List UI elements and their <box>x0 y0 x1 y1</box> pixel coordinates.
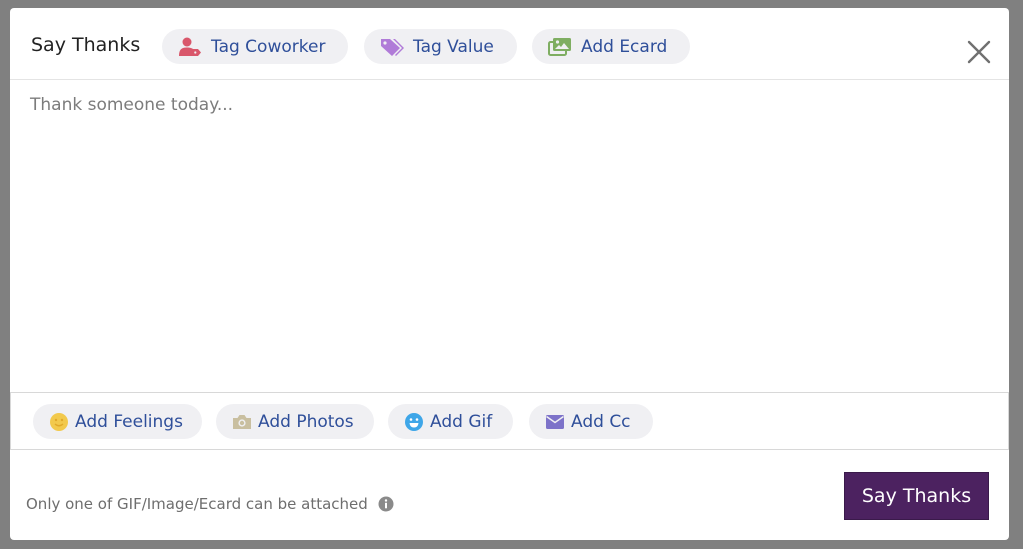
message-editor <box>10 80 1009 393</box>
attachment-note: Only one of GIF/Image/Ecard can be attac… <box>26 495 394 513</box>
add-photos-button[interactable]: Add Photos <box>216 404 374 439</box>
user-tag-icon <box>178 37 202 57</box>
grin-icon <box>404 412 424 432</box>
add-feelings-label: Add Feelings <box>75 411 183 432</box>
tag-coworker-label: Tag Coworker <box>211 36 326 57</box>
attachment-toolbar: Add Feelings Add Photos Add Gif Add Cc <box>10 393 1009 450</box>
tag-value-button[interactable]: Tag Value <box>364 29 517 64</box>
say-thanks-modal: Say Thanks Tag Coworker Tag Value Add Ec… <box>10 8 1009 540</box>
tags-icon <box>380 37 404 57</box>
modal-header: Say Thanks Tag Coworker Tag Value Add Ec… <box>10 8 1009 80</box>
add-feelings-button[interactable]: Add Feelings <box>33 404 202 439</box>
attachment-note-text: Only one of GIF/Image/Ecard can be attac… <box>26 495 368 513</box>
add-cc-label: Add Cc <box>571 411 631 432</box>
say-thanks-submit-button[interactable]: Say Thanks <box>844 472 989 520</box>
add-cc-button[interactable]: Add Cc <box>529 404 653 439</box>
add-photos-label: Add Photos <box>258 411 354 432</box>
info-icon[interactable] <box>378 496 394 512</box>
modal-title: Say Thanks <box>31 34 141 56</box>
envelope-icon <box>545 412 565 432</box>
add-ecard-button[interactable]: Add Ecard <box>532 29 690 64</box>
close-icon[interactable] <box>965 38 993 66</box>
add-gif-label: Add Gif <box>430 411 493 432</box>
images-icon <box>548 37 572 57</box>
camera-icon <box>232 412 252 432</box>
tag-value-label: Tag Value <box>413 36 494 57</box>
modal-footer: Only one of GIF/Image/Ecard can be attac… <box>10 451 1009 540</box>
tag-coworker-button[interactable]: Tag Coworker <box>162 29 348 64</box>
add-gif-button[interactable]: Add Gif <box>388 404 513 439</box>
message-input[interactable] <box>10 80 1009 392</box>
add-ecard-label: Add Ecard <box>581 36 668 57</box>
smile-icon <box>49 412 69 432</box>
